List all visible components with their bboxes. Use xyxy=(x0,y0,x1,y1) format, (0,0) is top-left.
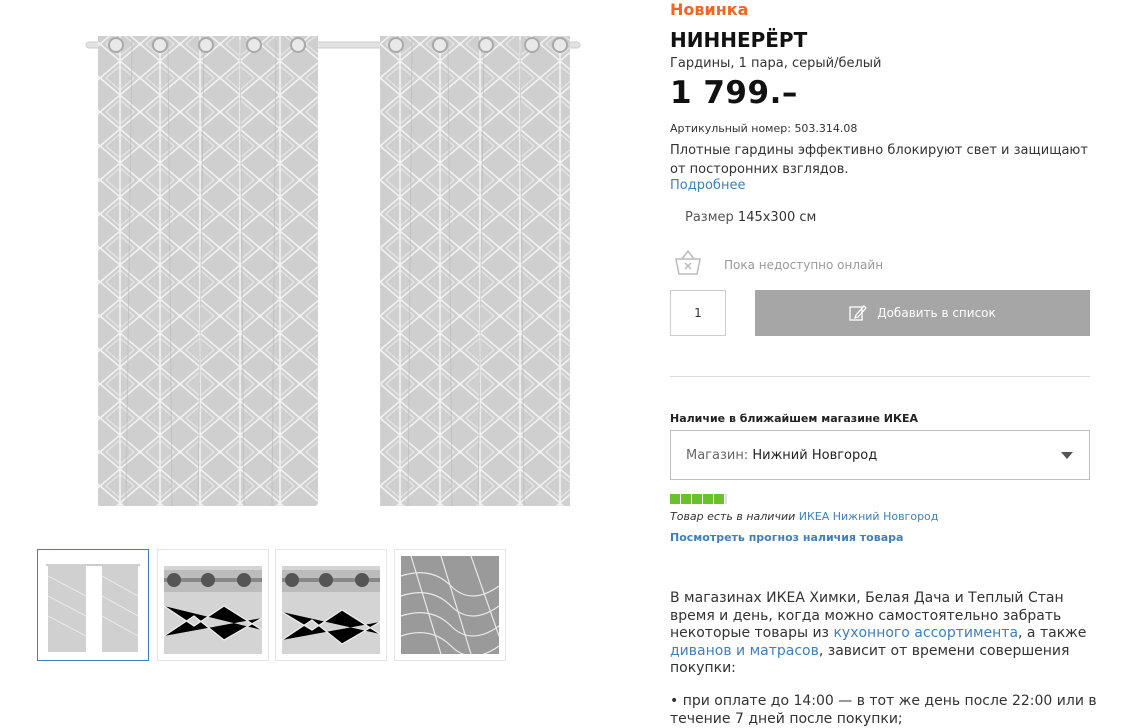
thumbnail-image xyxy=(282,566,380,654)
unavailable-online-text: Пока недоступно онлайн xyxy=(724,258,884,272)
sofas-mattresses-link[interactable]: диванов и матрасов xyxy=(670,643,819,659)
product-details-text: Плотные гардины эффективно блокируют све… xyxy=(670,143,1088,177)
size-value: 145x300 см xyxy=(737,210,817,225)
thumbnail-eyelet-detail[interactable] xyxy=(157,549,269,661)
add-to-list-label: Добавить в список xyxy=(877,306,996,320)
basket-unavailable-icon xyxy=(675,249,701,275)
edit-list-icon xyxy=(849,305,868,321)
stock-segment xyxy=(692,494,702,504)
more-details-link[interactable]: Подробнее xyxy=(670,178,745,193)
thumbnail-image xyxy=(401,556,499,654)
product-name: НИННЕРЁРТ xyxy=(670,28,808,52)
stock-segment xyxy=(714,494,724,504)
pickup-info-text: В магазинах ИКЕА Химки, Белая Дача и Теп… xyxy=(670,590,1090,678)
chevron-down-icon xyxy=(1061,452,1073,459)
thumbnail-eyelet-detail-alt[interactable] xyxy=(275,549,387,661)
article-label: Артикульный номер: xyxy=(670,122,791,135)
section-divider xyxy=(670,376,1090,377)
size-info: Размер 145x300 см xyxy=(685,210,816,225)
product-price: 1 799.– xyxy=(670,75,798,111)
stock-segment xyxy=(703,494,713,504)
stock-segment xyxy=(681,494,691,504)
stock-status-text: Товар есть в наличии xyxy=(670,510,796,523)
store-availability-heading: Наличие в ближайшем магазине ИКЕА xyxy=(670,412,919,425)
product-main-image xyxy=(85,36,581,507)
article-number: Артикульный номер: 503.314.08 xyxy=(670,122,857,135)
thumbnail-fabric-closeup[interactable] xyxy=(394,549,506,661)
quantity-input[interactable]: 1 xyxy=(670,290,726,336)
size-label: Размер xyxy=(685,210,734,225)
add-to-list-button[interactable]: Добавить в список xyxy=(755,290,1090,336)
store-value: Нижний Новгород xyxy=(752,448,878,463)
stock-forecast-link[interactable]: Посмотреть прогноз наличия товара xyxy=(670,531,903,544)
thumbnail-curtains-full[interactable] xyxy=(37,549,149,661)
new-badge: Новинка xyxy=(670,0,749,19)
thumbnail-image xyxy=(164,566,262,654)
stock-segment xyxy=(670,494,680,504)
info-text-2: , а также xyxy=(1018,625,1087,641)
kitchen-assortment-link[interactable]: кухонного ассортимента xyxy=(833,625,1018,641)
stock-level-indicator xyxy=(670,494,727,504)
stock-store-link[interactable]: ИКЕА Нижний Новгород xyxy=(799,510,939,523)
stock-status: Товар есть в наличии ИКЕА Нижний Новгоро… xyxy=(670,510,938,523)
store-select[interactable]: Магазин: Нижний Новгород xyxy=(670,430,1090,480)
store-select-label: Магазин: Нижний Новгород xyxy=(686,448,877,463)
article-value: 503.314.08 xyxy=(794,122,858,135)
product-description: Гардины, 1 пара, серый/белый xyxy=(670,56,882,71)
thumbnail-image xyxy=(46,564,140,652)
stock-segment-end xyxy=(725,494,727,504)
store-label: Магазин: xyxy=(686,448,749,463)
